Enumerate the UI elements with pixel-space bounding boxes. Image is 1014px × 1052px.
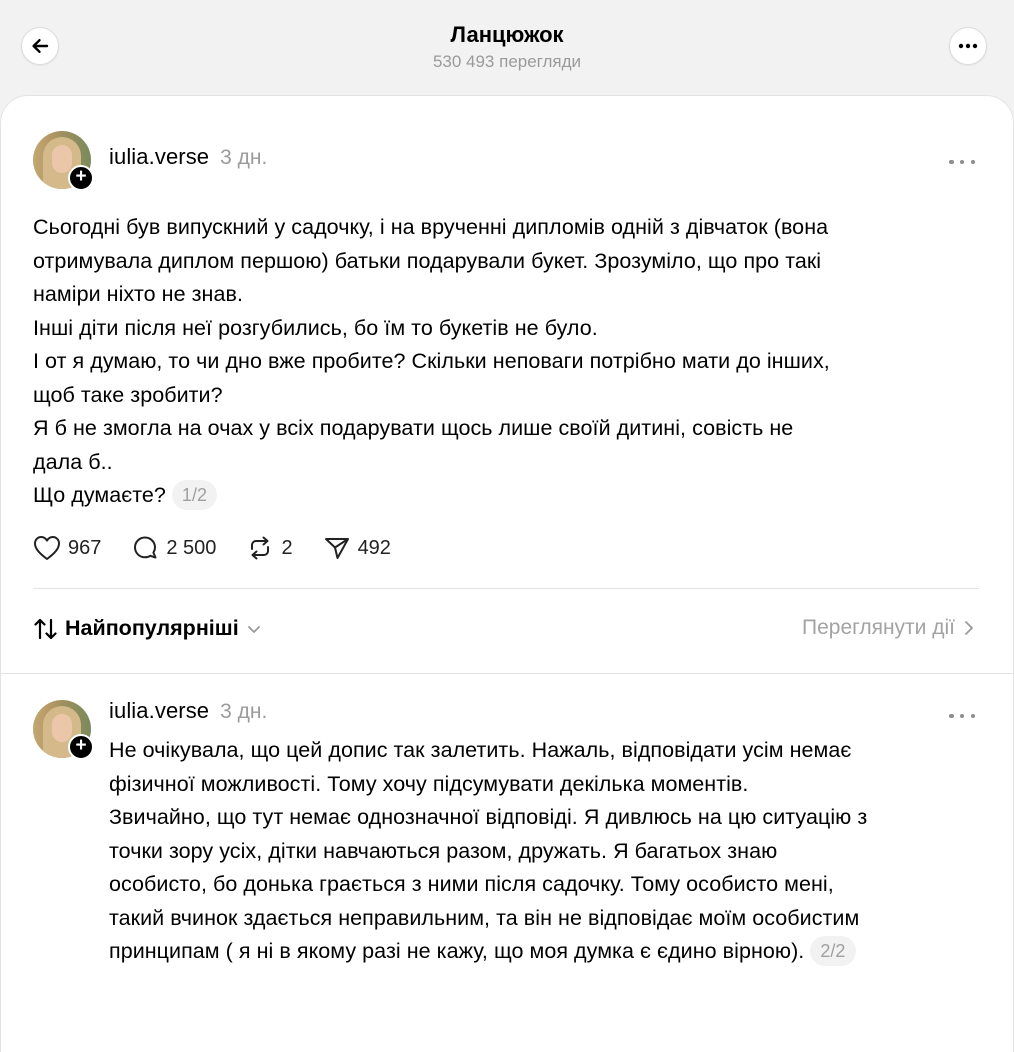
- top-bar: Ланцюжок 530 493 перегляди: [0, 0, 1014, 96]
- page-indicator: 1/2: [171, 480, 218, 510]
- text-line: Я б не змогла на очах у всіх подарувати …: [33, 416, 794, 440]
- more-horizontal-icon: [958, 43, 978, 49]
- text-line: щоб таке зробити?: [33, 382, 223, 407]
- text-line: особисто, бо донька грається з ними післ…: [109, 872, 834, 896]
- text-line: фізичної можливості. Тому хочу підсумува…: [109, 771, 749, 796]
- text-line: принципам ( я ні в якому разі не кажу, щ…: [109, 939, 805, 963]
- repost-icon: [251, 536, 270, 560]
- post-menu-icon[interactable]: [949, 712, 975, 720]
- follow-plus-icon[interactable]: +: [68, 165, 94, 191]
- text-line: Сьогодні був випускний у садочку, і на в…: [33, 215, 829, 239]
- chevron-right-icon: [965, 621, 973, 635]
- repost-count: 2: [281, 536, 293, 559]
- text-line: дала б..: [33, 449, 113, 474]
- avatar[interactable]: +: [33, 700, 94, 760]
- like-count: 967: [68, 536, 102, 559]
- replies-sort-bar: Найпопулярніші Переглянути дії: [33, 616, 979, 648]
- timestamp: 3 дн.: [220, 146, 268, 169]
- more-options-button[interactable]: [949, 27, 987, 65]
- thread-card: + iulia.verse 3 дн. Сьогодні був випускн…: [0, 95, 1014, 1052]
- follow-plus-icon[interactable]: +: [68, 734, 94, 760]
- text-line: отримувала диплом першою) батьки подарув…: [33, 248, 822, 273]
- username[interactable]: iulia.verse: [109, 144, 209, 170]
- post-menu-icon[interactable]: [949, 158, 975, 166]
- like-button[interactable]: 967: [33, 535, 101, 561]
- username[interactable]: iulia.verse: [109, 698, 209, 724]
- post-meta: iulia.verse 3 дн.: [109, 698, 267, 728]
- sort-label: Найпопулярніші: [65, 616, 239, 640]
- divider: [1, 673, 1013, 674]
- sort-dropdown[interactable]: Найпопулярніші: [33, 616, 263, 641]
- view-activity-label: Переглянути дії: [802, 616, 955, 639]
- post-text: Сьогодні був випускний у садочку, і на в…: [33, 211, 983, 513]
- timestamp: 3 дн.: [220, 700, 268, 723]
- text-line: точки зору усіх, дітки навчаються разом,…: [109, 838, 778, 863]
- text-line: Інші діти після неї розгубились, бо їм т…: [33, 315, 598, 340]
- sort-arrows-icon: [34, 618, 57, 639]
- text-line-last: принципам ( я ні в якому разі не кажу, щ…: [109, 935, 989, 969]
- text-line: такий вчинок здається неправильним, та в…: [109, 905, 860, 930]
- text-line: Не очікувала, що цей допис так залетить.…: [109, 738, 852, 762]
- text-line: Що думаєте?: [33, 483, 166, 507]
- view-activity-link[interactable]: Переглянути дії: [802, 616, 975, 640]
- page-title: Ланцюжок: [450, 22, 564, 47]
- post-actions: 967 2 500 2 492: [33, 534, 421, 562]
- post-meta: iulia.verse 3 дн.: [109, 144, 267, 174]
- text-line: І от я думаю, то чи дно вже пробите? Скі…: [33, 349, 830, 373]
- reply-button[interactable]: 2 500: [131, 534, 216, 562]
- avatar[interactable]: +: [33, 131, 94, 191]
- page-indicator: 2/2: [810, 936, 856, 966]
- chevron-down-icon: [247, 625, 260, 633]
- reply-count: 2 500: [166, 536, 217, 559]
- share-count: 492: [357, 536, 391, 559]
- reply-text: Не очікувала, що цей допис так залетить.…: [109, 734, 989, 969]
- view-count: 530 493 перегляди: [432, 52, 582, 71]
- share-button[interactable]: 492: [323, 534, 391, 562]
- header-title-block: Ланцюжок 530 493 перегляди: [0, 20, 1014, 73]
- text-line-last: Що думаєте? 1/2: [33, 479, 983, 513]
- send-icon: [324, 538, 349, 559]
- text-line: наміри ніхто не знав.: [33, 282, 243, 306]
- repost-button[interactable]: 2: [246, 534, 293, 562]
- text-line: Звичайно, що тут немає однозначної відпо…: [109, 805, 868, 829]
- heart-icon: [34, 536, 60, 560]
- divider: [33, 588, 979, 589]
- comment-icon: [134, 536, 157, 559]
